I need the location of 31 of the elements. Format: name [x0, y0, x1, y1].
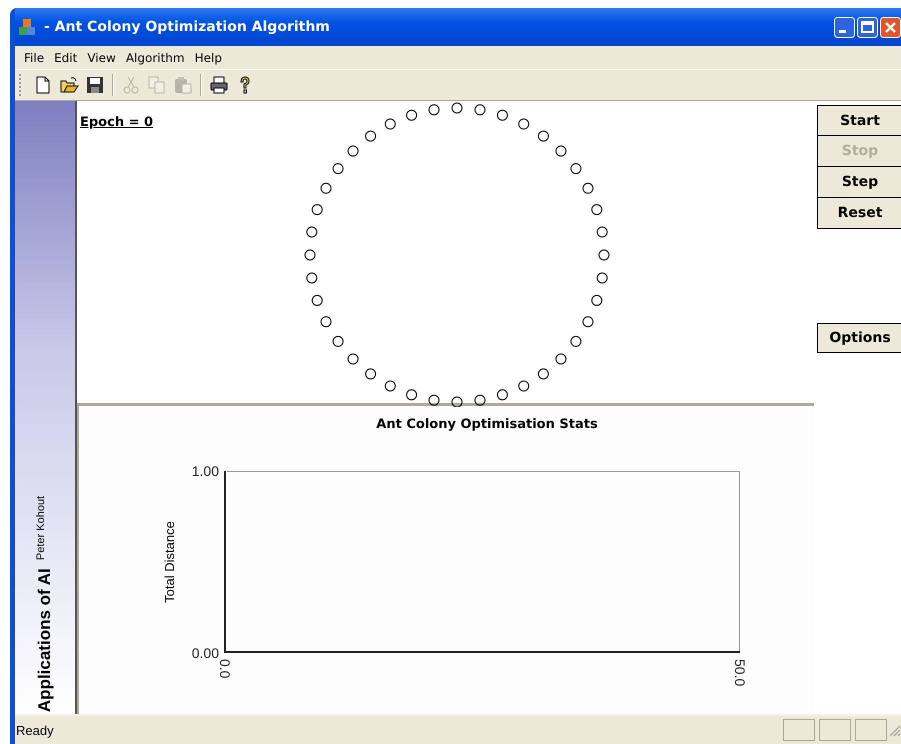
- chart-title: Ant Colony Optimisation Stats: [376, 417, 598, 432]
- y-axis-label: Total Distance: [162, 521, 177, 603]
- x-tick-label: 50.0: [732, 659, 748, 686]
- maximize-button[interactable]: [857, 16, 878, 38]
- menu-item[interactable]: Help: [190, 50, 227, 64]
- status-pane: [855, 719, 887, 741]
- window-title: - Ant Colony Optimization Algorithm: [44, 19, 330, 35]
- minimize-button[interactable]: [834, 16, 855, 38]
- menu-item[interactable]: File: [19, 50, 50, 64]
- menu-item[interactable]: Edit: [49, 50, 82, 64]
- status-pane: [783, 719, 815, 741]
- control-button[interactable]: Reset: [817, 198, 901, 229]
- options-button[interactable]: Options: [817, 323, 901, 353]
- size-grip-icon: [887, 723, 901, 737]
- save-icon[interactable]: [85, 75, 105, 95]
- close-button[interactable]: [880, 16, 901, 38]
- menu-item[interactable]: View: [82, 50, 121, 64]
- app-icon: [18, 18, 36, 36]
- x-tick-label: 0.0: [217, 659, 233, 678]
- banner-author: Peter Kohout: [35, 496, 47, 562]
- banner-title: Applications of AI: [35, 568, 55, 712]
- y-tick-label: 1.00: [192, 463, 219, 479]
- control-button[interactable]: Start: [817, 105, 901, 136]
- epoch-label: Epoch = 0: [80, 115, 154, 130]
- open-icon[interactable]: [59, 75, 79, 95]
- status-pane: [819, 719, 851, 741]
- control-button[interactable]: Step: [817, 167, 901, 198]
- status-text: Ready: [15, 722, 54, 738]
- menu-item[interactable]: Algorithm: [120, 50, 190, 64]
- y-tick-label: 0.00: [192, 645, 219, 661]
- print-icon[interactable]: [209, 75, 229, 95]
